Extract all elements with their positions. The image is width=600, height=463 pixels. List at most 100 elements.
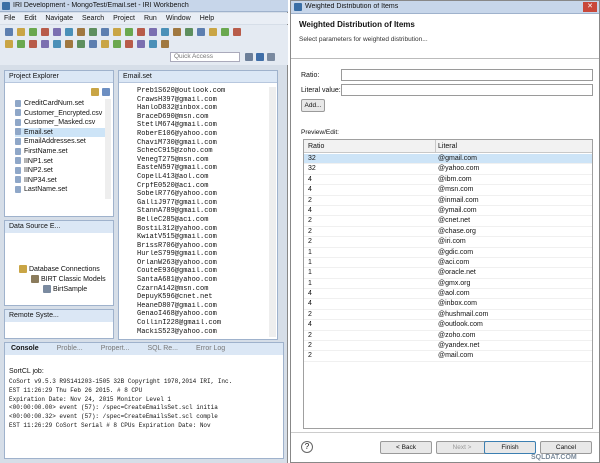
- toolbar-tool-icon[interactable]: [185, 28, 193, 36]
- toolbar-tool-icon[interactable]: [17, 40, 25, 48]
- toolbar-tool-icon[interactable]: [113, 28, 121, 36]
- table-row[interactable]: 2 @inmail.com: [304, 196, 592, 206]
- menu-window[interactable]: Window: [166, 15, 191, 22]
- project-file-item[interactable]: IINP34.set: [15, 176, 107, 186]
- editor-tab[interactable]: Email.set: [119, 71, 277, 83]
- console-tab[interactable]: Propert...: [101, 345, 130, 352]
- toolbar-tool-icon[interactable]: [41, 40, 49, 48]
- project-file-item[interactable]: Customer_Encrypted.csv: [15, 109, 107, 119]
- ratio-cell[interactable]: 1: [308, 248, 312, 258]
- menu-run[interactable]: Run: [144, 15, 157, 22]
- table-row[interactable]: 4 @aol.com: [304, 289, 592, 300]
- literal-cell[interactable]: @gdic.com: [438, 248, 473, 258]
- project-file-item[interactable]: CreditCardNum.set: [15, 99, 107, 109]
- literal-cell[interactable]: @ibm.com: [438, 175, 472, 185]
- menu-file[interactable]: File: [4, 15, 15, 22]
- table-row[interactable]: 1 @aci.com: [304, 258, 592, 269]
- toolbar-tool-icon[interactable]: [17, 28, 25, 36]
- project-explorer-tab[interactable]: Project Explorer: [5, 71, 113, 83]
- ratio-cell[interactable]: 32: [308, 154, 316, 164]
- back-button[interactable]: < Back: [380, 441, 432, 454]
- ratio-cell[interactable]: 2: [308, 196, 312, 206]
- toolbar-tool-icon[interactable]: [161, 28, 169, 36]
- table-row[interactable]: 2 @cnet.net: [304, 216, 592, 227]
- close-icon[interactable]: ✕: [583, 2, 597, 12]
- toolbar-tool-icon[interactable]: [29, 40, 37, 48]
- console-tab[interactable]: Error Log: [196, 345, 225, 352]
- toolbar-tool-icon[interactable]: [5, 40, 13, 48]
- table-row[interactable]: 2 @mail.com: [304, 351, 592, 362]
- cancel-button[interactable]: Cancel: [540, 441, 592, 454]
- console-tab[interactable]: Proble...: [57, 345, 83, 352]
- literal-cell[interactable]: @hushmail.com: [438, 310, 488, 320]
- project-file-item[interactable]: EmailAddresses.set: [15, 137, 107, 147]
- menu-navigate[interactable]: Navigate: [45, 15, 73, 22]
- toolbar-tool-icon[interactable]: [173, 28, 181, 36]
- toolbar-tool-icon[interactable]: [53, 40, 61, 48]
- literal-cell[interactable]: @cnet.net: [438, 216, 470, 226]
- tree-item-birt[interactable]: BIRT Classic Models: [19, 275, 111, 285]
- ratio-cell[interactable]: 1: [308, 279, 312, 289]
- ratio-cell[interactable]: 2: [308, 227, 312, 237]
- toolbar-tool-icon[interactable]: [221, 28, 229, 36]
- toolbar-tool-icon[interactable]: [65, 28, 73, 36]
- toolbar-tool-icon[interactable]: [137, 28, 145, 36]
- finish-button[interactable]: Finish: [484, 441, 536, 454]
- table-row[interactable]: 2 @chase.org: [304, 227, 592, 238]
- column-header-literal[interactable]: Literal: [438, 143, 457, 150]
- table-row[interactable]: 2 @zoho.com: [304, 331, 592, 342]
- project-file-item[interactable]: Customer_Masked.csv: [15, 118, 107, 128]
- literal-cell[interactable]: @iri.com: [438, 237, 466, 247]
- menu-project[interactable]: Project: [113, 15, 135, 22]
- literal-cell[interactable]: @msn.com: [438, 185, 474, 195]
- ratio-cell[interactable]: 2: [308, 310, 312, 320]
- ratio-cell[interactable]: 2: [308, 237, 312, 247]
- ratio-cell[interactable]: 4: [308, 185, 312, 195]
- literal-cell[interactable]: @yandex.net: [438, 341, 479, 351]
- quick-access-input[interactable]: Quick Access: [170, 52, 240, 62]
- ratio-cell[interactable]: 2: [308, 341, 312, 351]
- ratio-cell[interactable]: 2: [308, 331, 312, 341]
- project-file-item[interactable]: IINP1.set: [15, 157, 107, 167]
- column-header-ratio[interactable]: Ratio: [308, 143, 324, 150]
- console-tab[interactable]: SQL Re...: [148, 345, 178, 352]
- literal-cell[interactable]: @gmx.org: [438, 279, 470, 289]
- project-file-item[interactable]: Email.set: [15, 127, 107, 138]
- ratio-cell[interactable]: 4: [308, 206, 312, 216]
- table-row[interactable]: 4 @msn.com: [304, 185, 592, 196]
- menu-edit[interactable]: Edit: [24, 15, 36, 22]
- help-icon[interactable]: ?: [301, 441, 313, 453]
- menu-help[interactable]: Help: [200, 15, 214, 22]
- ratio-input[interactable]: [341, 69, 593, 81]
- table-row[interactable]: 1 @gdic.com: [304, 248, 592, 258]
- toolbar-tool-icon[interactable]: [77, 40, 85, 48]
- add-button[interactable]: Add...: [301, 99, 325, 112]
- project-file-item[interactable]: FirstName.set: [15, 147, 107, 157]
- table-row[interactable]: 4 @ibm.com: [304, 175, 592, 186]
- table-row[interactable]: 1 @gmx.org: [304, 279, 592, 290]
- toolbar-tool-icon[interactable]: [53, 28, 61, 36]
- table-row[interactable]: 4 @ymail.com: [304, 206, 592, 217]
- ratio-cell[interactable]: 4: [308, 289, 312, 299]
- ratio-cell[interactable]: 4: [308, 320, 312, 330]
- literal-input[interactable]: [341, 84, 593, 96]
- literal-cell[interactable]: @mail.com: [438, 351, 473, 361]
- tree-item-database-connections[interactable]: Database Connections: [19, 265, 111, 275]
- literal-cell[interactable]: @chase.org: [438, 227, 476, 237]
- toolbar-tool-icon[interactable]: [65, 40, 73, 48]
- project-scrollbar[interactable]: [105, 99, 111, 199]
- toolbar-tool-icon[interactable]: [89, 40, 97, 48]
- table-row[interactable]: 32 @yahoo.com: [304, 164, 592, 175]
- ratio-cell[interactable]: 4: [308, 299, 312, 309]
- toolbar-tool-icon[interactable]: [137, 40, 145, 48]
- project-file-item[interactable]: IINP2.set: [15, 166, 107, 176]
- ratio-cell[interactable]: 1: [308, 268, 312, 278]
- toolbar-tool-icon[interactable]: [101, 28, 109, 36]
- literal-cell[interactable]: @aol.com: [438, 289, 470, 299]
- table-row[interactable]: 4 @outlook.com: [304, 320, 592, 331]
- toolbar-tool-icon[interactable]: [197, 28, 205, 36]
- toolbar-tool-icon[interactable]: [41, 28, 49, 36]
- toolbar-tool-icon[interactable]: [233, 28, 241, 36]
- remote-systems-tab[interactable]: Remote Syste...: [5, 310, 113, 322]
- table-row[interactable]: 4 @inbox.com: [304, 299, 592, 310]
